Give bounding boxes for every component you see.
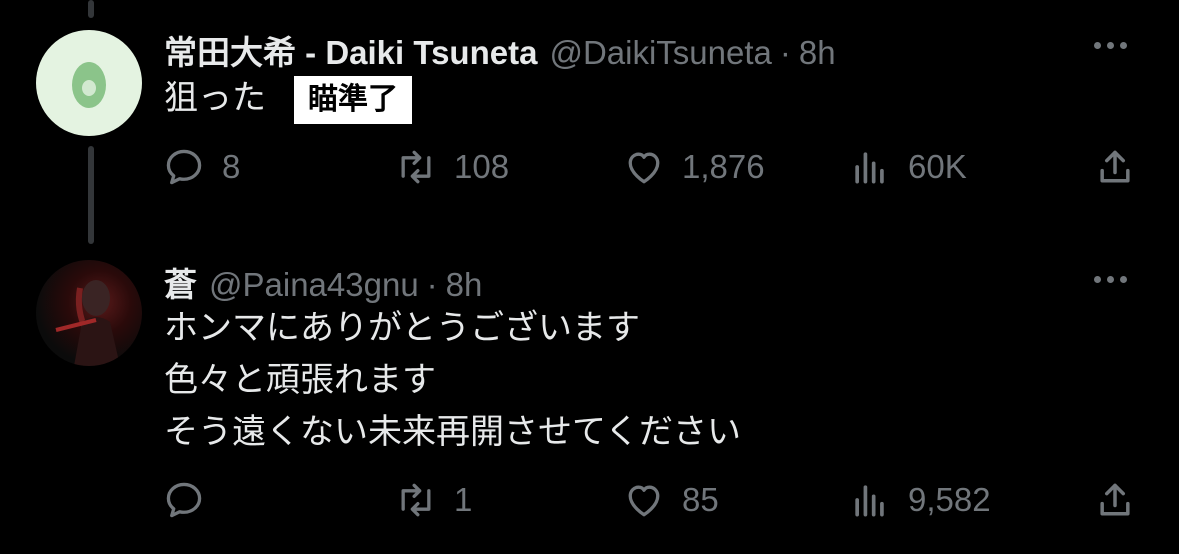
share-button[interactable] bbox=[1093, 478, 1137, 522]
egg-icon bbox=[72, 62, 106, 108]
reply-button[interactable]: 8 bbox=[162, 145, 240, 189]
share-icon bbox=[1100, 150, 1130, 183]
timestamp[interactable]: 8h bbox=[446, 266, 483, 304]
tweet-paina[interactable]: 蒼 @Paina43gnu · 8h ホンマにありがとうございます 色々と頑張れ… bbox=[0, 250, 1179, 554]
retweet-button[interactable]: 108 bbox=[394, 145, 509, 189]
tweet-daiki[interactable]: 常田大希 - Daiki Tsuneta @DaikiTsuneta · 8h … bbox=[0, 0, 1179, 250]
separator-dot: · bbox=[779, 34, 791, 71]
reply-icon bbox=[166, 149, 202, 185]
tweet-header: 蒼 @Paina43gnu · 8h bbox=[164, 258, 482, 306]
retweet-count: 108 bbox=[454, 148, 510, 185]
tweet-text-line: ホンマにありがとうございます bbox=[164, 309, 640, 347]
like-count: 1,876 bbox=[682, 148, 765, 185]
bar-chart-icon bbox=[855, 152, 884, 184]
profile-photo bbox=[55, 280, 120, 366]
separator-dot: · bbox=[426, 266, 438, 303]
more-options-icon[interactable] bbox=[1094, 42, 1127, 49]
display-name[interactable]: 蒼 bbox=[164, 258, 197, 306]
tweet-text-line: 色々と頑張れます bbox=[164, 361, 436, 399]
user-handle[interactable]: @DaikiTsuneta bbox=[549, 34, 771, 72]
like-button[interactable]: 1,876 bbox=[622, 145, 765, 189]
retweet-button[interactable]: 1 bbox=[394, 478, 472, 522]
share-button[interactable] bbox=[1093, 145, 1137, 189]
action-bar: 8 108 1,876 60K bbox=[0, 145, 1179, 195]
avatar[interactable] bbox=[36, 30, 142, 136]
more-options-icon[interactable] bbox=[1094, 276, 1127, 283]
views-button[interactable]: 9,582 bbox=[848, 478, 991, 522]
views-button[interactable]: 60K bbox=[848, 145, 967, 189]
tweet-text: ホンマにありがとうございます 色々と頑張れます そう遠くない未来再開させてくださ… bbox=[164, 302, 741, 458]
tweet-text-line: 狙った bbox=[164, 79, 266, 117]
bar-chart-icon bbox=[855, 485, 884, 517]
retweet-count: 1 bbox=[454, 481, 473, 518]
user-handle[interactable]: @Paina43gnu bbox=[209, 266, 419, 304]
timestamp[interactable]: 8h bbox=[799, 34, 836, 72]
tweet-text-line: そう遠くない未来再開させてください bbox=[164, 413, 741, 451]
like-button[interactable]: 85 bbox=[622, 478, 719, 522]
avatar[interactable] bbox=[36, 260, 142, 366]
action-bar: 1 85 9,582 bbox=[0, 478, 1179, 528]
view-count: 60K bbox=[908, 148, 967, 185]
view-count: 9,582 bbox=[908, 481, 991, 518]
heart-icon bbox=[628, 152, 660, 184]
share-icon bbox=[1100, 483, 1130, 516]
retweet-icon bbox=[401, 483, 431, 517]
reply-button[interactable] bbox=[162, 478, 222, 522]
heart-icon bbox=[628, 485, 660, 517]
tweet-text: 狙った 瞄準了 bbox=[164, 72, 412, 125]
display-name[interactable]: 常田大希 - Daiki Tsuneta bbox=[164, 26, 537, 74]
reply-count: 8 bbox=[222, 148, 241, 185]
translation-badge: 瞄準了 bbox=[294, 76, 412, 125]
like-count: 85 bbox=[682, 481, 719, 518]
reply-icon bbox=[166, 482, 202, 518]
retweet-icon bbox=[401, 150, 431, 184]
tweet-header: 常田大希 - Daiki Tsuneta @DaikiTsuneta · 8h bbox=[164, 26, 836, 74]
